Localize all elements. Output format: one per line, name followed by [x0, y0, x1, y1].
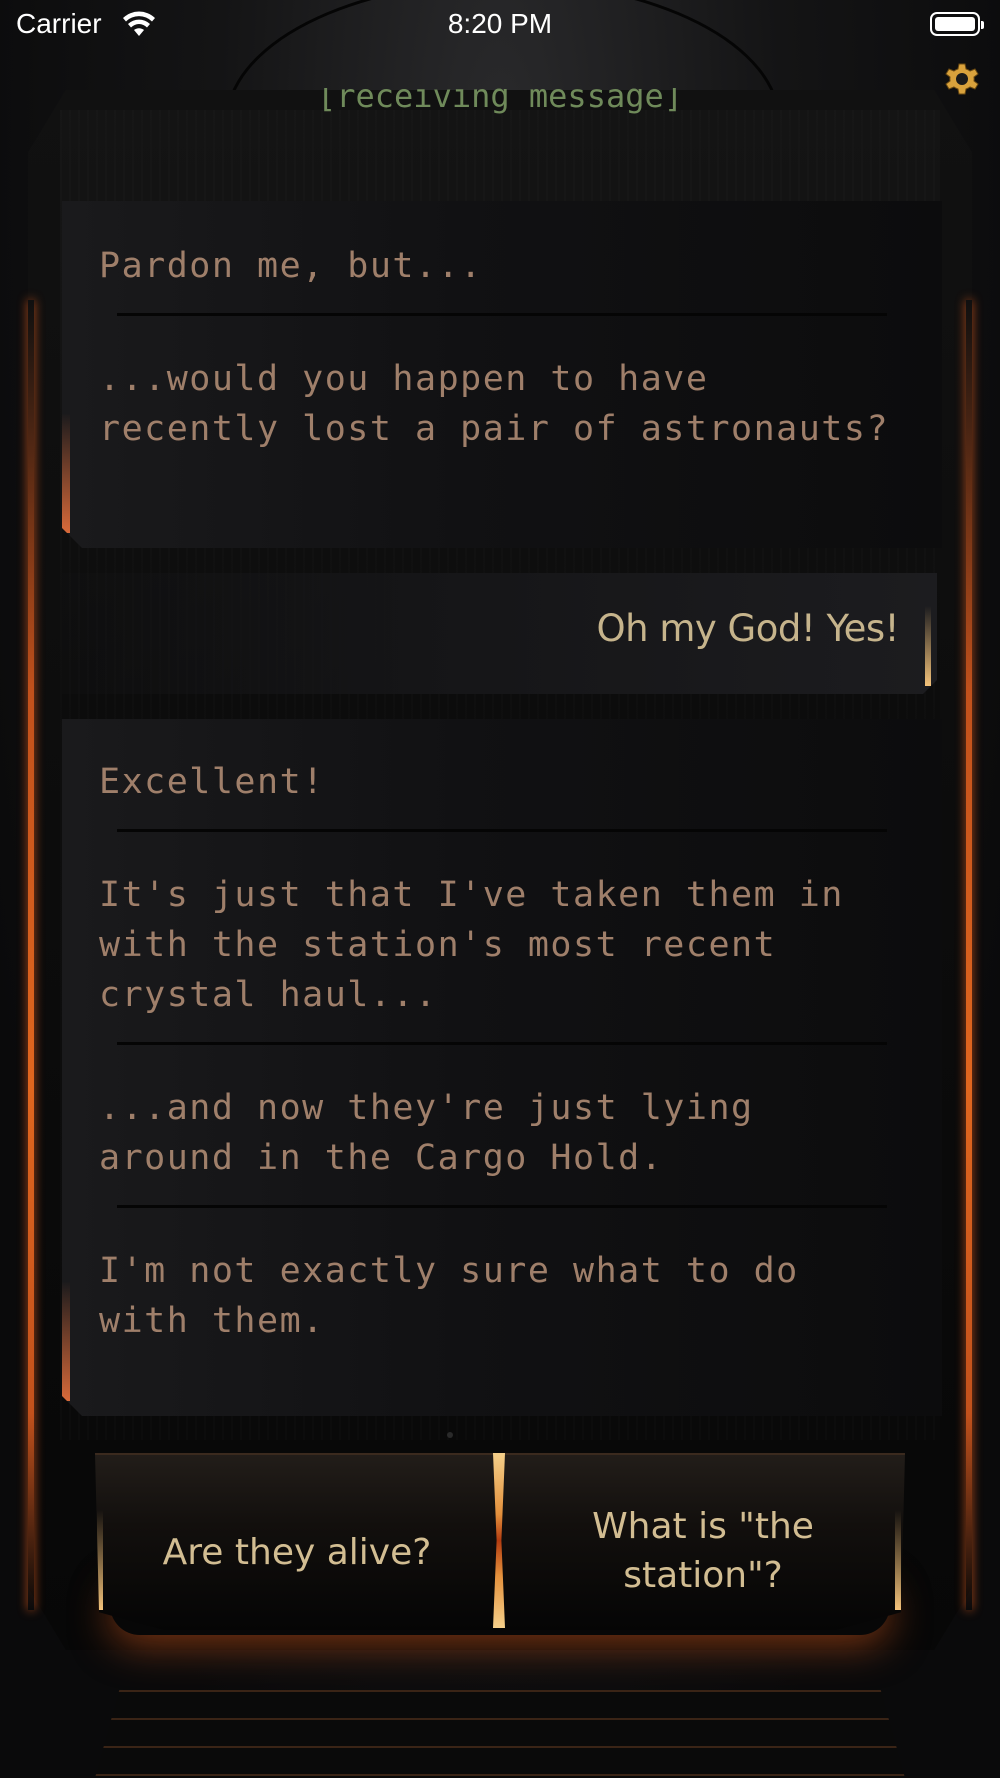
bottom-grille: [95, 1690, 905, 1778]
message-paragraph: I'm not exactly sure what to do with the…: [99, 1251, 799, 1341]
status-bar: Carrier 8:20 PM: [0, 0, 1000, 50]
clock: 8:20 PM: [447, 8, 553, 39]
message-paragraph: Pardon me, but...: [99, 246, 483, 286]
receiving-text: [receiving message]: [316, 88, 684, 115]
message-paragraph: It's just that I've taken them in with t…: [99, 875, 844, 1015]
choice-label-right: What is "the station"?: [592, 1505, 814, 1596]
choice-edge: [895, 1510, 901, 1610]
gear-icon[interactable]: [940, 56, 984, 100]
frame-glow-right: [966, 300, 972, 1610]
choice-bar: Are they alive? What is "the station"?: [95, 1453, 905, 1630]
scroll-indicator: [447, 1432, 453, 1438]
bubble-accent: [62, 413, 70, 533]
bubble-accent: [62, 1281, 70, 1401]
choice-button-right[interactable]: What is "the station"?: [501, 1453, 905, 1630]
incoming-message-1: Pardon me, but... ...would you happen to…: [62, 201, 942, 548]
choice-label-left: Are they alive?: [162, 1532, 432, 1573]
battery-icon: [930, 12, 984, 36]
message-paragraph: ...would you happen to have recently los…: [99, 359, 890, 449]
message-paragraph: ...and now they're just lying around in …: [99, 1088, 754, 1178]
incoming-message-2: Excellent! It's just that I've taken the…: [62, 719, 942, 1416]
choice-edge: [97, 1510, 103, 1610]
player-reply: Oh my God! Yes!: [62, 573, 937, 694]
player-reply-text: Oh my God! Yes!: [596, 607, 899, 650]
choice-button-left[interactable]: Are they alive?: [95, 1453, 499, 1630]
frame-glow-left: [28, 300, 34, 1610]
receiving-label: [receiving message]: [60, 88, 940, 128]
message-paragraph: Excellent!: [99, 762, 325, 802]
reply-accent: [925, 606, 931, 686]
